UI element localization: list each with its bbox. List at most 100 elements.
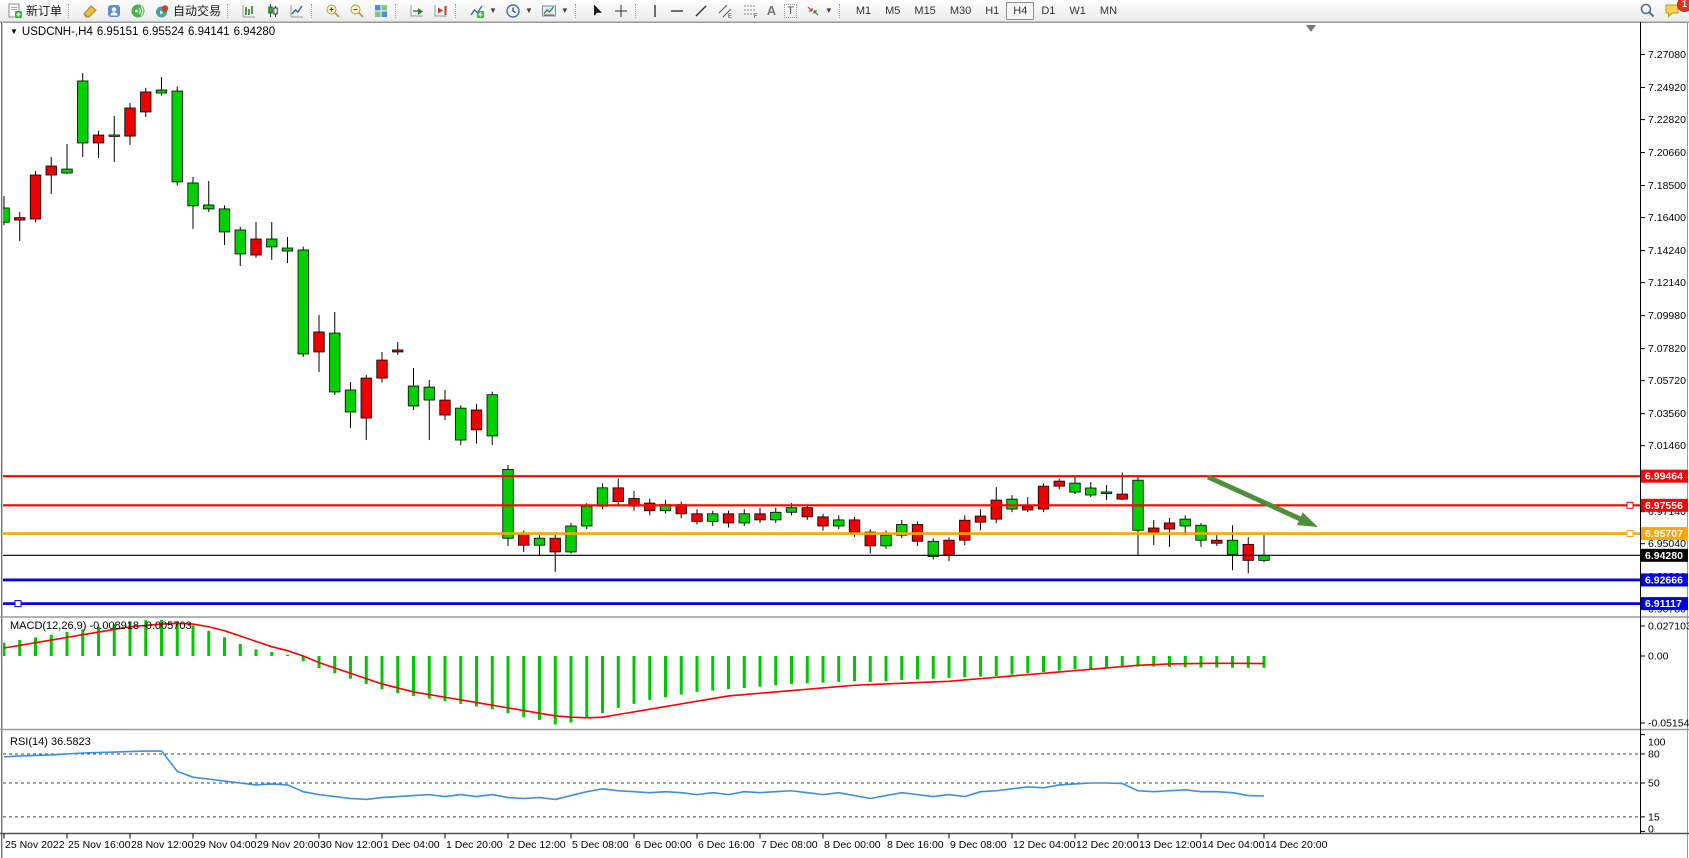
bar-chart-icon (241, 3, 257, 19)
bar-chart-button[interactable] (237, 1, 261, 21)
auto-scroll-button[interactable] (405, 1, 429, 21)
candle[interactable] (1038, 483, 1049, 512)
toolbar-grip (839, 4, 845, 18)
templates-icon (541, 3, 557, 19)
toolbar-grip (455, 4, 461, 18)
periods-button[interactable]: ▼ (501, 1, 537, 21)
price-badge-6.99464: 6.99464 (1641, 470, 1688, 483)
candle[interactable] (566, 523, 577, 554)
timeframe-d1[interactable]: D1 (1034, 2, 1062, 20)
zoom-in-icon (325, 3, 341, 19)
timeframe-h1[interactable]: H1 (978, 2, 1006, 20)
time-tick-label: 6 Dec 00:00 (635, 839, 692, 851)
time-tick-label: 12 Dec 04:00 (1013, 839, 1076, 851)
macd-axis-label: -0.051546 (1648, 718, 1689, 730)
candle[interactable] (928, 538, 939, 559)
search-button[interactable] (1635, 1, 1660, 21)
time-tick-label: 12 Dec 20:00 (1076, 839, 1139, 851)
tile-windows-icon (373, 3, 389, 19)
cursor-icon (589, 3, 605, 19)
notification-badge: 1 (1677, 0, 1689, 12)
svg-text:E: E (728, 14, 732, 19)
rsi-axis-label: 15 (1648, 811, 1660, 823)
timeframe-m1[interactable]: M1 (849, 2, 878, 20)
chevron-down-icon: ▼ (561, 6, 569, 15)
price-chart[interactable]: 7.270807.249207.228207.206607.185007.164… (0, 0, 1689, 858)
time-tick-label: 30 Nov 12:00 (320, 839, 383, 851)
time-tick-label: 8 Dec 00:00 (824, 839, 881, 851)
timeframe-mn[interactable]: MN (1093, 2, 1124, 20)
chart-shift-button[interactable] (429, 1, 453, 21)
time-tick-label: 8 Dec 16:00 (887, 839, 944, 851)
price-badge-6.97556: 6.97556 (1641, 499, 1688, 512)
crosshair-icon (613, 3, 629, 19)
chart-title-dropdown-icon[interactable]: ▼ (10, 27, 18, 36)
line-handle[interactable] (1627, 502, 1633, 508)
zoom-out-icon (349, 3, 365, 19)
price-tick-label: 7.05720 (1648, 375, 1686, 387)
trendline-tool-button[interactable] (689, 1, 713, 21)
time-tick-label: 5 Dec 08:00 (572, 839, 629, 851)
time-tick-label: 2 Dec 12:00 (509, 839, 566, 851)
highlighter-button[interactable] (78, 1, 102, 21)
fibonacci-tool-button[interactable]: F (738, 1, 763, 21)
time-tick-label: 25 Nov 2022 (5, 839, 65, 851)
svg-text:6.94280: 6.94280 (1645, 550, 1683, 562)
messenger-button[interactable] (102, 1, 126, 21)
rsi-axis-label: 50 (1648, 778, 1660, 790)
price-tick-label: 7.24920 (1648, 82, 1686, 94)
price-tick-label: 7.12140 (1648, 277, 1686, 289)
zoom-in-button[interactable] (321, 1, 345, 21)
price-badge-6.92666: 6.92666 (1641, 573, 1688, 586)
candle[interactable] (30, 171, 41, 222)
signal-icon (130, 3, 146, 19)
price-badge-6.95707: 6.95707 (1641, 527, 1688, 540)
vertical-line-tool-button[interactable] (645, 1, 665, 21)
arrows-tool-button[interactable]: ▼ (801, 1, 837, 21)
price-tick-label: 7.27080 (1648, 49, 1686, 61)
timeframe-m5[interactable]: M5 (878, 2, 907, 20)
line-handle[interactable] (15, 601, 21, 607)
comments-button[interactable]: 1 (1660, 1, 1686, 21)
fibonacci-icon: F (742, 3, 759, 19)
crosshair-tool-button[interactable] (609, 1, 633, 21)
messenger-icon (106, 3, 122, 19)
timeframe-w1[interactable]: W1 (1062, 2, 1093, 20)
candle[interactable] (172, 86, 183, 185)
chart-shift-icon (433, 3, 449, 19)
cursor-tool-button[interactable] (585, 1, 609, 21)
macd-axis-label: 0.00 (1648, 651, 1669, 663)
candle[interactable] (456, 405, 467, 445)
zoom-out-button[interactable] (345, 1, 369, 21)
chart-background (0, 22, 1689, 858)
timeframe-m15[interactable]: M15 (907, 2, 942, 20)
line-chart-button[interactable] (285, 1, 309, 21)
auto-scroll-icon (409, 3, 425, 19)
toolbar-grip (635, 4, 641, 18)
candle[interactable] (298, 247, 309, 357)
line-handle[interactable] (1627, 531, 1633, 537)
new-order-button[interactable]: 新订单 (3, 1, 66, 21)
candlestick-chart-button[interactable] (261, 1, 285, 21)
time-tick-label: 29 Nov 04:00 (194, 839, 257, 851)
time-tick-label: 28 Nov 12:00 (131, 839, 194, 851)
templates-button[interactable]: ▼ (537, 1, 573, 21)
autotrading-button[interactable]: 自动交易 (150, 1, 225, 21)
price-badge-6.94280: 6.94280 (1641, 549, 1688, 562)
timeframe-h4[interactable]: H4 (1006, 2, 1034, 20)
autotrading-icon (154, 3, 170, 19)
horizontal-line-tool-button[interactable] (665, 1, 689, 21)
indicators-button[interactable]: ▼ (465, 1, 501, 21)
signal-button[interactable] (126, 1, 150, 21)
text-label-tool-button[interactable]: T (780, 1, 801, 21)
candle[interactable] (582, 503, 593, 529)
text-tool-button[interactable]: A (763, 1, 780, 21)
chevron-down-icon: ▼ (489, 6, 497, 15)
price-tick-label: 7.07820 (1648, 343, 1686, 355)
price-tick-label: 7.14240 (1648, 245, 1686, 257)
timeframe-m30[interactable]: M30 (943, 2, 978, 20)
tile-windows-button[interactable] (369, 1, 393, 21)
equidistant-channel-tool-button[interactable]: E (713, 1, 738, 21)
text-label-icon: T (784, 4, 797, 18)
time-tick-label: 1 Dec 04:00 (383, 839, 440, 851)
